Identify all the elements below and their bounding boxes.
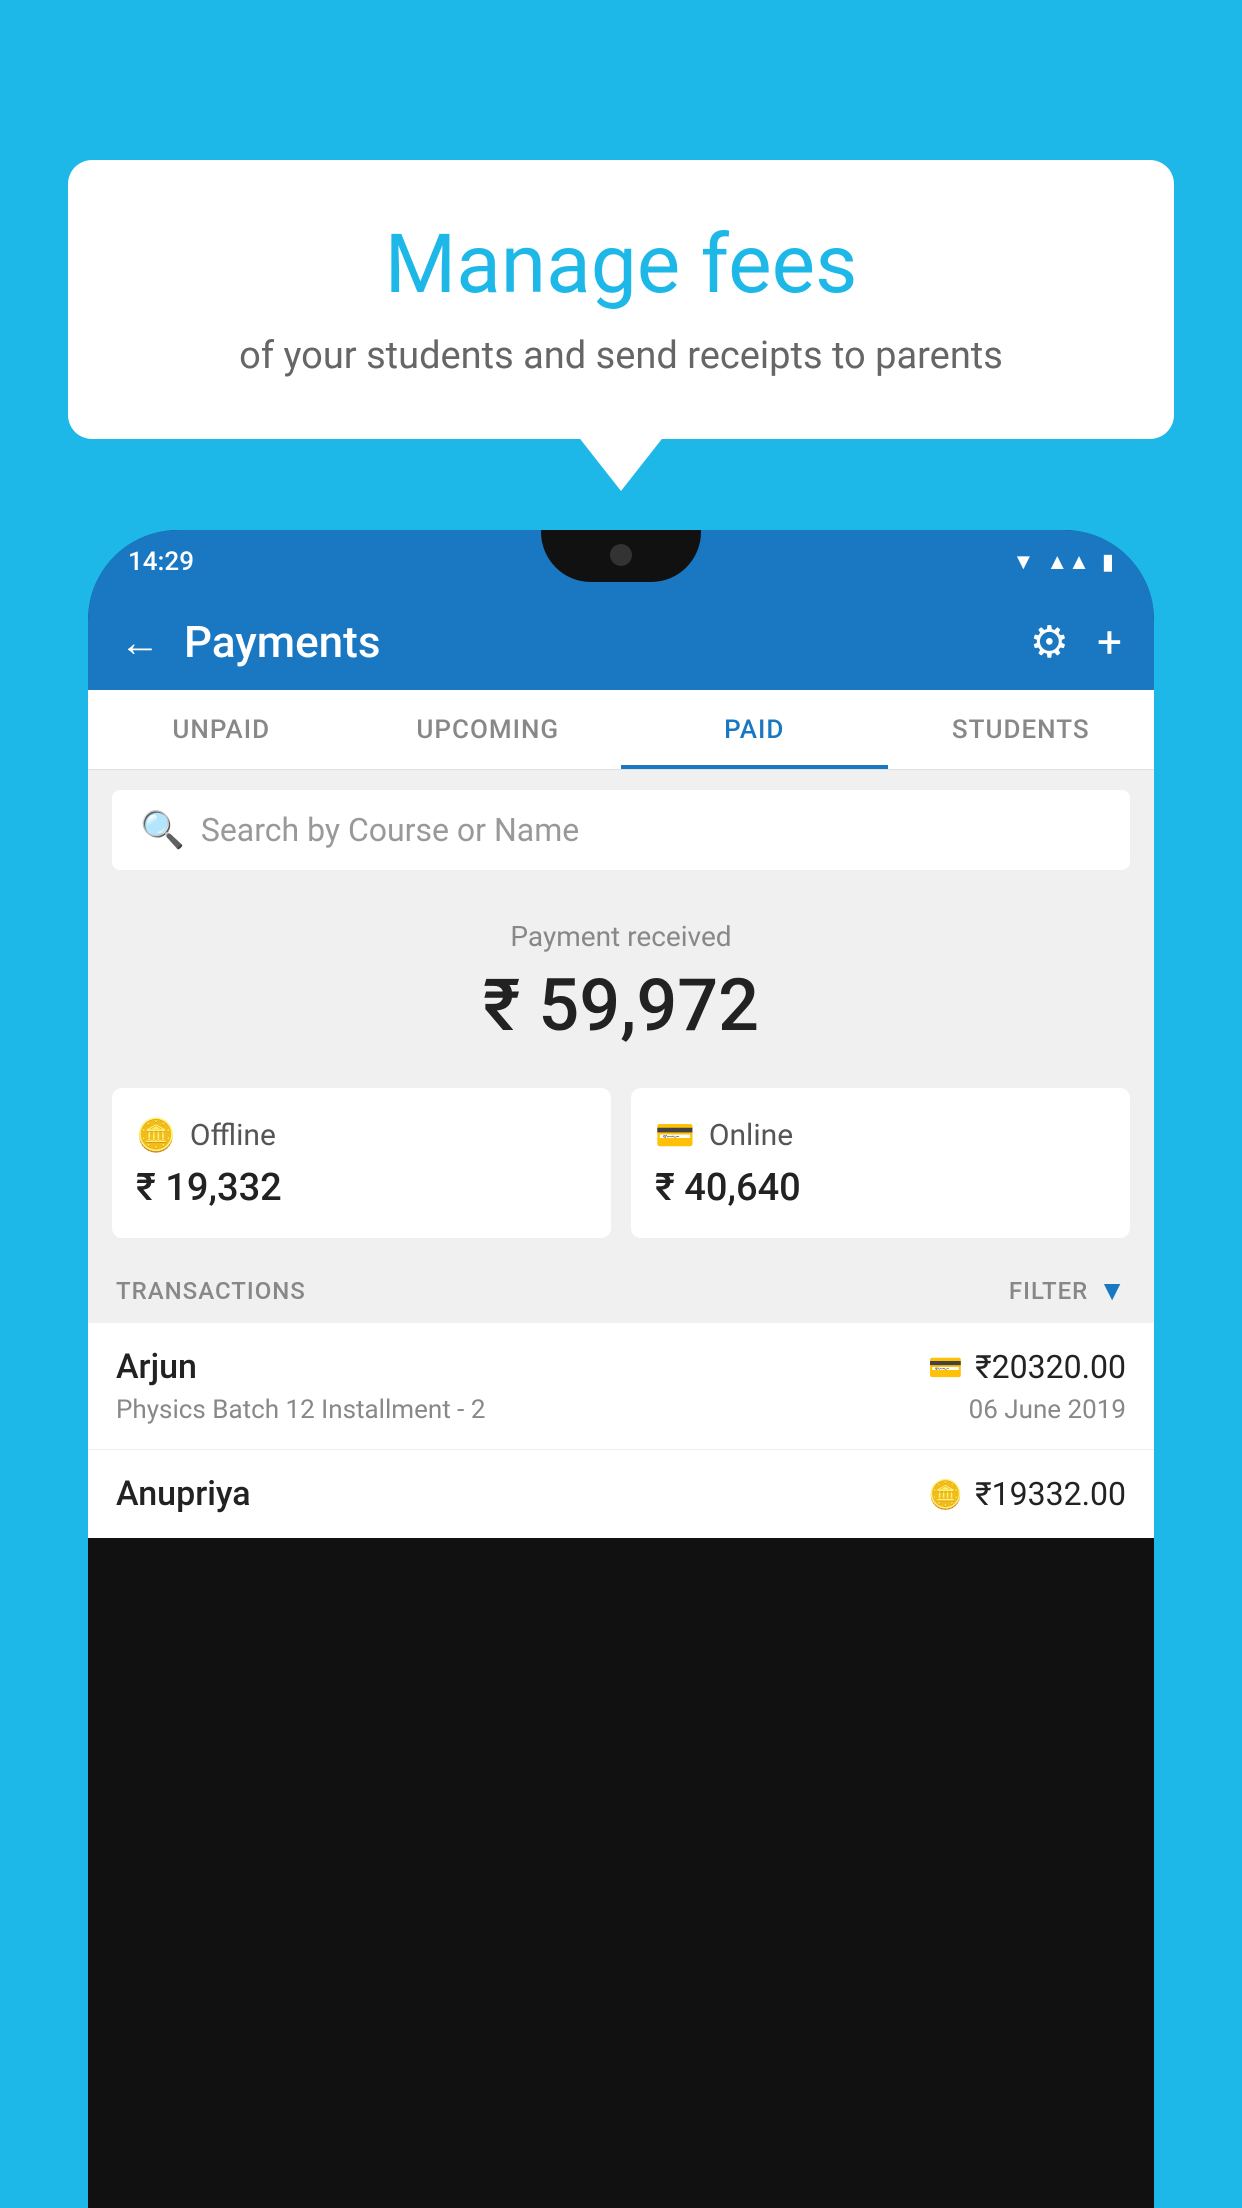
tab-students[interactable]: STUDENTS bbox=[888, 690, 1155, 769]
search-input[interactable]: Search by Course or Name bbox=[201, 811, 579, 849]
settings-button[interactable]: ⚙ bbox=[1030, 616, 1069, 668]
status-bar: 14:29 ▼ ▲▲ ▮ bbox=[88, 530, 1154, 594]
offline-amount: ₹ 19,332 bbox=[136, 1166, 587, 1210]
online-label: Online bbox=[709, 1118, 793, 1153]
transaction-row-bottom: Physics Batch 12 Installment - 2 06 June… bbox=[116, 1395, 1126, 1425]
online-icon: 💳 bbox=[655, 1116, 695, 1154]
bubble-subtitle: of your students and send receipts to pa… bbox=[116, 330, 1126, 383]
tab-paid[interactable]: PAID bbox=[621, 690, 888, 769]
add-button[interactable]: + bbox=[1097, 616, 1122, 668]
transactions-label: TRANSACTIONS bbox=[116, 1277, 306, 1305]
filter-label: FILTER bbox=[1009, 1277, 1088, 1305]
filter-button[interactable]: FILTER ▼ bbox=[1009, 1274, 1126, 1307]
transaction-card-icon: 💳 bbox=[928, 1351, 963, 1384]
search-bar[interactable]: 🔍 Search by Course or Name bbox=[112, 790, 1130, 870]
transaction-amount-2: ₹19332.00 bbox=[975, 1475, 1126, 1513]
transaction-name: Arjun bbox=[116, 1347, 197, 1387]
tab-upcoming[interactable]: UPCOMING bbox=[355, 690, 622, 769]
status-time: 14:29 bbox=[128, 547, 194, 577]
transaction-amount: ₹20320.00 bbox=[975, 1348, 1126, 1386]
offline-icon: 🪙 bbox=[136, 1116, 176, 1154]
search-icon: 🔍 bbox=[140, 809, 185, 851]
app-bar-actions: ⚙ + bbox=[1030, 616, 1122, 668]
transaction-row[interactable]: Arjun 💳 ₹20320.00 Physics Batch 12 Insta… bbox=[88, 1323, 1154, 1450]
phone-frame: 14:29 ▼ ▲▲ ▮ ← Payments ⚙ + UNPAID UPCOM… bbox=[88, 530, 1154, 2208]
wifi-icon: ▼ bbox=[1013, 549, 1035, 575]
camera bbox=[610, 544, 632, 566]
phone-content: 🔍 Search by Course or Name Payment recei… bbox=[88, 770, 1154, 1538]
transaction-date: 06 June 2019 bbox=[969, 1395, 1126, 1425]
transaction-row-partial[interactable]: Anupriya 🪙 ₹19332.00 bbox=[88, 1450, 1154, 1538]
status-icons: ▼ ▲▲ ▮ bbox=[1013, 549, 1114, 575]
transaction-course: Physics Batch 12 Installment - 2 bbox=[116, 1395, 485, 1425]
payment-amount: ₹ 59,972 bbox=[112, 963, 1130, 1048]
transaction-name-2: Anupriya bbox=[116, 1474, 251, 1514]
back-button[interactable]: ← bbox=[120, 619, 160, 666]
offline-label: Offline bbox=[190, 1118, 276, 1153]
online-amount: ₹ 40,640 bbox=[655, 1166, 1106, 1210]
app-bar: ← Payments ⚙ + bbox=[88, 594, 1154, 690]
transaction-amount-wrapper: 💳 ₹20320.00 bbox=[928, 1348, 1126, 1386]
filter-icon: ▼ bbox=[1098, 1274, 1126, 1307]
offline-card-header: 🪙 Offline bbox=[136, 1116, 587, 1154]
transaction-row-partial-top: Anupriya 🪙 ₹19332.00 bbox=[116, 1474, 1126, 1514]
transaction-amount-wrapper-2: 🪙 ₹19332.00 bbox=[928, 1475, 1126, 1513]
payment-cards: 🪙 Offline ₹ 19,332 💳 Online ₹ 40,640 bbox=[112, 1088, 1130, 1238]
speech-bubble: Manage fees of your students and send re… bbox=[68, 160, 1174, 439]
online-card: 💳 Online ₹ 40,640 bbox=[631, 1088, 1130, 1238]
online-card-header: 💳 Online bbox=[655, 1116, 1106, 1154]
battery-icon: ▮ bbox=[1102, 550, 1114, 575]
offline-card: 🪙 Offline ₹ 19,332 bbox=[112, 1088, 611, 1238]
transaction-offline-icon: 🪙 bbox=[928, 1478, 963, 1511]
payment-received-label: Payment received bbox=[112, 920, 1130, 953]
signal-icon: ▲▲ bbox=[1046, 549, 1090, 575]
bubble-title: Manage fees bbox=[116, 220, 1126, 310]
transaction-row-top: Arjun 💳 ₹20320.00 bbox=[116, 1347, 1126, 1387]
payment-received-section: Payment received ₹ 59,972 bbox=[88, 890, 1154, 1068]
page-title: Payments bbox=[184, 616, 1030, 668]
tab-unpaid[interactable]: UNPAID bbox=[88, 690, 355, 769]
transactions-header: TRANSACTIONS FILTER ▼ bbox=[88, 1258, 1154, 1323]
tabs: UNPAID UPCOMING PAID STUDENTS bbox=[88, 690, 1154, 770]
notch bbox=[541, 530, 701, 582]
